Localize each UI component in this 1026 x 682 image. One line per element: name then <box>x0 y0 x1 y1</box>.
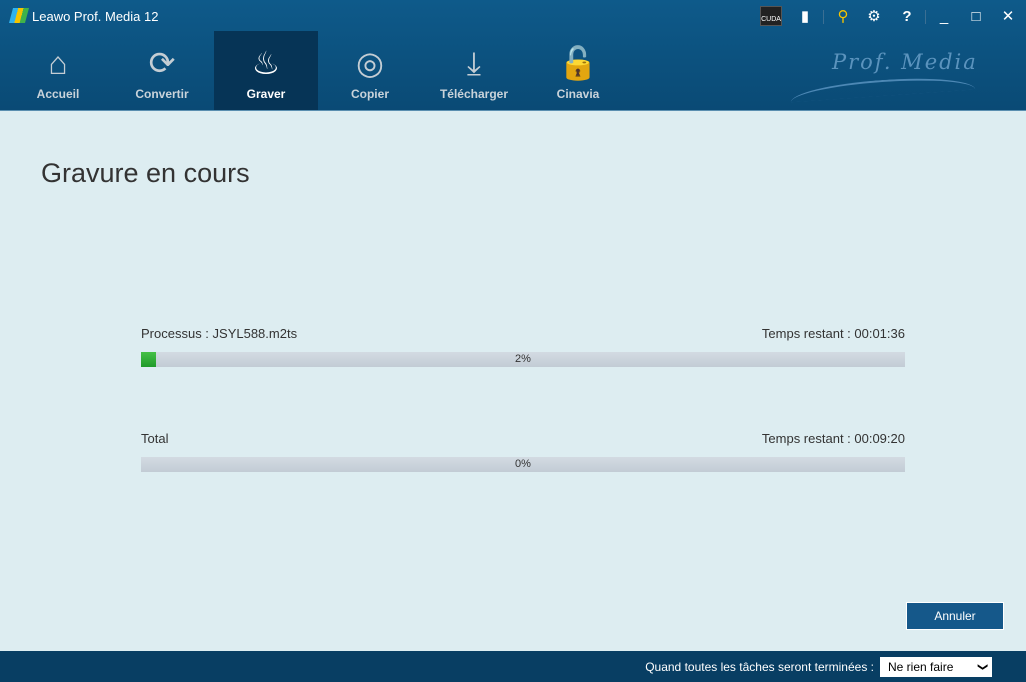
after-tasks-label: Quand toutes les tâches seront terminées… <box>645 660 874 674</box>
process-percent: 2% <box>515 353 531 365</box>
brand-logo: Prof. Media <box>832 50 978 74</box>
total-progress-bar: 0% <box>141 457 905 472</box>
total-percent: 0% <box>515 458 531 470</box>
minimize-icon[interactable]: _ <box>932 6 956 28</box>
gear-icon[interactable]: ⚙ <box>862 6 886 28</box>
divider <box>925 10 926 24</box>
tab-telecharger[interactable]: ⤓ Télécharger <box>422 31 526 110</box>
cuda-icon[interactable]: CUDA <box>760 6 782 26</box>
tab-convertir[interactable]: ⟳ Convertir <box>110 31 214 110</box>
home-icon: ⌂ <box>48 45 68 81</box>
app-logo-icon <box>8 8 30 23</box>
divider <box>823 10 824 24</box>
maximize-icon[interactable]: □ <box>964 6 988 28</box>
total-time-remaining: Temps restant : 00:09:20 <box>761 431 905 446</box>
feedback-icon[interactable]: ▮ <box>793 6 817 28</box>
process-label: Processus : JSYL588.m2ts <box>141 326 298 341</box>
key-icon[interactable]: ⚲ <box>831 6 855 28</box>
header: Leawo Prof. Media 12 CUDA ▮ ⚲ ⚙ ? _ □ ✕ … <box>0 0 1026 111</box>
download-icon: ⤓ <box>466 45 482 81</box>
chevron-down-icon: ❯ <box>976 662 988 672</box>
tab-accueil[interactable]: ⌂ Accueil <box>6 31 110 110</box>
after-tasks-select[interactable]: Ne rien faire ❯ <box>880 657 992 677</box>
close-icon[interactable]: ✕ <box>996 6 1020 28</box>
process-time-remaining: Temps restant : 00:01:36 <box>761 326 905 341</box>
tab-copier[interactable]: ◎ Copier <box>318 31 422 110</box>
burn-flame-icon: ♨ <box>251 45 281 81</box>
total-label: Total <box>141 431 169 446</box>
footer-bar: Quand toutes les tâches seront terminées… <box>0 651 1026 682</box>
convert-icon: ⟳ <box>148 45 176 81</box>
cancel-button[interactable]: Annuler <box>906 602 1004 630</box>
brand-swoosh <box>789 73 976 103</box>
app-title: Leawo Prof. Media 12 <box>32 9 159 24</box>
copy-disc-icon: ◎ <box>356 45 384 81</box>
tab-graver[interactable]: ♨ Graver <box>214 31 318 110</box>
unlock-icon: 🔓 <box>558 45 598 81</box>
select-value: Ne rien faire <box>888 660 954 674</box>
page-title: Gravure en cours <box>41 158 250 188</box>
help-icon[interactable]: ? <box>895 6 919 28</box>
tab-cinavia[interactable]: 🔓 Cinavia <box>526 31 630 110</box>
process-progress-bar: 2% <box>141 352 905 367</box>
